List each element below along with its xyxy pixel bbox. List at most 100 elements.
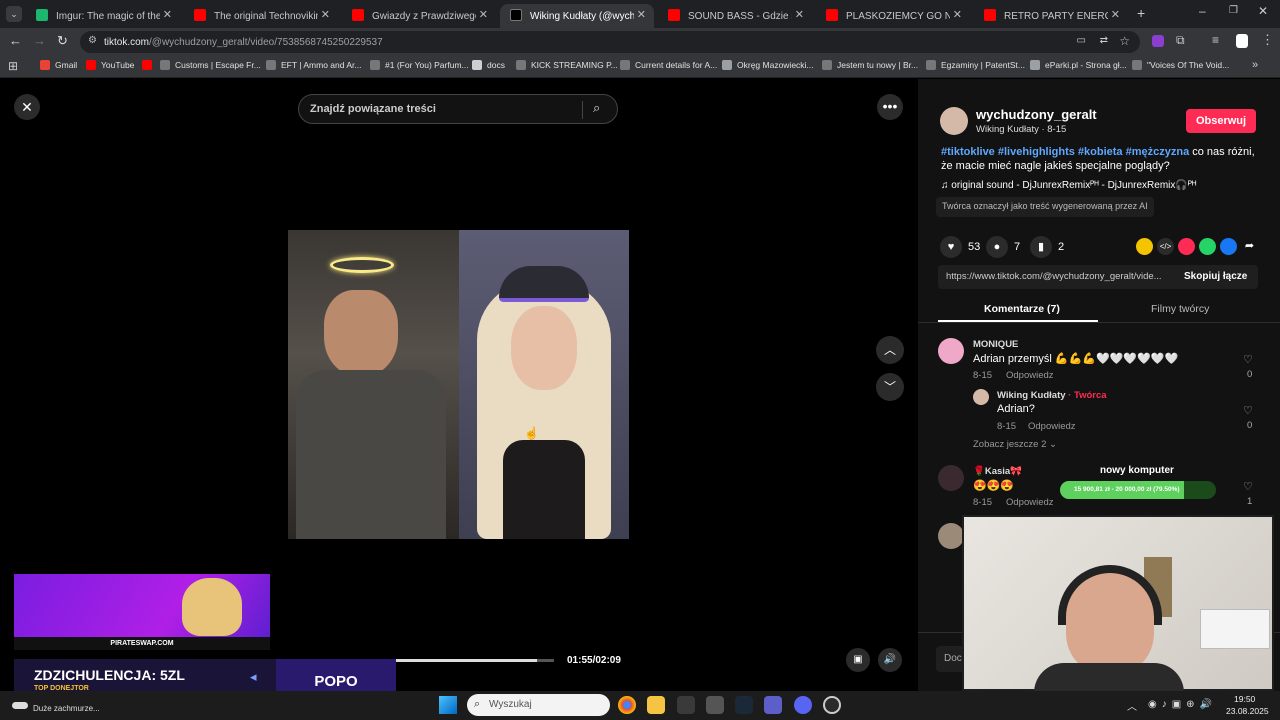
search-icon[interactable]: ⌕ xyxy=(593,100,600,116)
whatsapp-icon[interactable] xyxy=(1199,238,1216,255)
maximize-button[interactable]: ❐ xyxy=(1229,5,1238,16)
tab-search-icon[interactable]: ⌄ xyxy=(6,6,22,22)
bookmark-item[interactable]: #1 (For You) Parfum... xyxy=(370,60,469,70)
extensions-puzzle-icon[interactable]: ⧉ xyxy=(1176,33,1185,48)
comment-like-icon[interactable]: ♡ xyxy=(1243,480,1253,493)
profile-icon[interactable] xyxy=(1236,34,1248,48)
browser-tab[interactable]: Gwiazdy z Prawdziwego Lomba✕ xyxy=(342,4,496,28)
teams-icon[interactable] xyxy=(764,696,782,714)
bookmark-item[interactable]: KICK STREAMING P... xyxy=(516,60,618,70)
bookmark-item[interactable]: Gmail xyxy=(40,60,77,70)
tab-comments[interactable]: Komentarze (7) xyxy=(984,303,1060,315)
file-explorer-icon[interactable] xyxy=(647,696,665,714)
video-progress-track[interactable] xyxy=(396,659,554,662)
menu-icon[interactable]: ⋮ xyxy=(1261,32,1274,48)
cast-icon[interactable]: ▭ xyxy=(1077,35,1086,46)
reply-button[interactable]: Odpowiedz xyxy=(1006,370,1054,381)
browser-tab[interactable]: Imgur: The magic of the Interne✕ xyxy=(26,4,180,28)
clock-time[interactable]: 19:50 xyxy=(1234,694,1255,704)
bookmark-item[interactable]: Current details for A... xyxy=(620,60,717,70)
bookmark-item[interactable] xyxy=(142,60,157,70)
previous-video-button[interactable]: ︿ xyxy=(876,336,904,364)
reload-icon[interactable]: ↻ xyxy=(57,33,68,49)
comment-avatar[interactable] xyxy=(938,523,964,549)
tab-creator-videos[interactable]: Filmy twórcy xyxy=(1151,303,1209,315)
comment-avatar[interactable] xyxy=(938,465,964,491)
bookmark-item[interactable]: docs xyxy=(472,60,505,70)
facebook-icon[interactable] xyxy=(1220,238,1237,255)
discord-icon[interactable] xyxy=(794,696,812,714)
close-tab-icon[interactable]: ✕ xyxy=(637,8,646,21)
bookmark-item[interactable]: Egzaminy | PatentSt... xyxy=(926,60,1025,70)
share-arrow-icon[interactable]: ➦ xyxy=(1241,238,1258,255)
follow-button[interactable]: Obserwuj xyxy=(1186,109,1256,133)
embed-icon[interactable]: </> xyxy=(1157,238,1174,255)
comment-user[interactable]: 🌹Kasia🎀 xyxy=(973,466,1022,477)
comment-user[interactable]: MONIQUE xyxy=(973,339,1018,350)
new-tab-button[interactable]: + xyxy=(1137,5,1145,21)
bookmark-item[interactable]: Jestem tu nowy | Br... xyxy=(822,60,918,70)
close-tab-icon[interactable]: ✕ xyxy=(795,8,804,21)
search-box[interactable]: Znajdź powiązane treści ⌕ xyxy=(298,94,618,124)
browser-tab[interactable]: SOUND BASS - Gdzie sie podzi✕ xyxy=(658,4,812,28)
weather-status[interactable]: Duże zachmurze... xyxy=(33,704,100,713)
weather-icon[interactable] xyxy=(12,702,28,709)
video-link[interactable]: https://www.tiktok.com/@wychudzony_geral… xyxy=(946,271,1162,282)
send-icon[interactable] xyxy=(1178,238,1195,255)
browser-tab[interactable]: The original Technoviking video✕ xyxy=(184,4,338,28)
minimize-button[interactable]: – xyxy=(1199,4,1206,18)
comment-button[interactable]: ● 7 xyxy=(986,236,1020,258)
steam-icon[interactable] xyxy=(735,696,753,714)
reply-like-icon[interactable]: ♡ xyxy=(1243,404,1253,417)
search-input[interactable]: Znajdź powiązane treści xyxy=(310,103,436,115)
chrome-icon[interactable] xyxy=(618,696,636,714)
bookmark-item[interactable]: eParki.pl - Strona gł... xyxy=(1030,60,1127,70)
clock-date[interactable]: 23.08.2025 xyxy=(1226,706,1269,716)
app-icon[interactable] xyxy=(677,696,695,714)
taskbar-search-input[interactable]: Wyszukaj xyxy=(489,699,532,710)
save-button[interactable]: ▮ 2 xyxy=(1030,236,1064,258)
more-bookmarks-icon[interactable]: » xyxy=(1252,59,1258,71)
reading-list-icon[interactable]: ≡ xyxy=(1212,33,1219,47)
next-video-button[interactable]: ﹀ xyxy=(876,373,904,401)
reply-avatar[interactable] xyxy=(973,389,989,405)
app-icon[interactable] xyxy=(706,696,724,714)
sound-line[interactable]: ♫ original sound - DjJunrexRemixᴾᴴ - DjJ… xyxy=(941,180,1196,191)
username[interactable]: wychudzony_geralt xyxy=(976,107,1097,122)
like-button[interactable]: ♥ 53 xyxy=(940,236,980,258)
bookmark-item[interactable]: Customs | Escape Fr... xyxy=(160,60,261,70)
browser-tab[interactable]: PLASKOZIEMCY GO NIENAWID✕ xyxy=(816,4,970,28)
reply-user[interactable]: Wiking Kudłaty xyxy=(997,390,1066,401)
avatar[interactable] xyxy=(940,107,968,135)
copy-link-button[interactable]: Skopiuj łącze xyxy=(1184,271,1247,282)
reply-button[interactable]: Odpowiedz xyxy=(1006,497,1054,508)
volume-icon[interactable]: 🔊 xyxy=(878,648,902,672)
video-player[interactable]: ☝ 01:55/02:09 xyxy=(288,79,629,691)
close-tab-icon[interactable]: ✕ xyxy=(321,8,330,21)
pip-icon[interactable]: ▣ xyxy=(846,648,870,672)
browser-tab[interactable]: Wiking Kudłaty (@wychudz✕ xyxy=(500,4,654,28)
browser-tab[interactable]: RETRO PARTY ENERGY 2000 PI✕ xyxy=(974,4,1128,28)
bookmark-item[interactable]: Okręg Mazowiecki... xyxy=(722,60,814,70)
translate-icon[interactable]: ⇄ xyxy=(1100,35,1108,46)
extension-icon[interactable] xyxy=(1152,35,1164,47)
bookmark-item[interactable]: EFT | Ammo and Ar... xyxy=(266,60,361,70)
tray-icons[interactable]: ◉♪▣⊕🔊 xyxy=(1148,699,1217,710)
apps-icon[interactable]: ⊞ xyxy=(8,59,18,73)
close-tab-icon[interactable]: ✕ xyxy=(479,8,488,21)
more-replies-button[interactable]: Zobacz jeszcze 2 ⌄ xyxy=(973,439,1057,450)
forward-icon[interactable]: → xyxy=(33,33,46,48)
bookmark-item[interactable]: YouTube xyxy=(86,60,134,70)
address-bar[interactable]: ⚙ tiktok.com/@wychudzony_geralt/video/75… xyxy=(80,31,1140,53)
reply-reply-button[interactable]: Odpowiedz xyxy=(1028,421,1076,432)
repost-icon[interactable] xyxy=(1136,238,1153,255)
start-icon[interactable] xyxy=(439,696,457,714)
close-tab-icon[interactable]: ✕ xyxy=(1111,8,1120,21)
more-options-icon[interactable]: ••• xyxy=(877,94,903,120)
caption-hashtags[interactable]: #tiktoklive #livehighlights #kobieta #mę… xyxy=(941,146,1189,158)
bookmark-item[interactable]: "Voices Of The Void... xyxy=(1132,60,1229,70)
taskbar-search[interactable]: ⌕ Wyszukaj xyxy=(467,694,610,716)
obs-icon[interactable] xyxy=(823,696,841,714)
site-info-icon[interactable]: ⚙ xyxy=(88,35,97,46)
comment-avatar[interactable] xyxy=(938,338,964,364)
